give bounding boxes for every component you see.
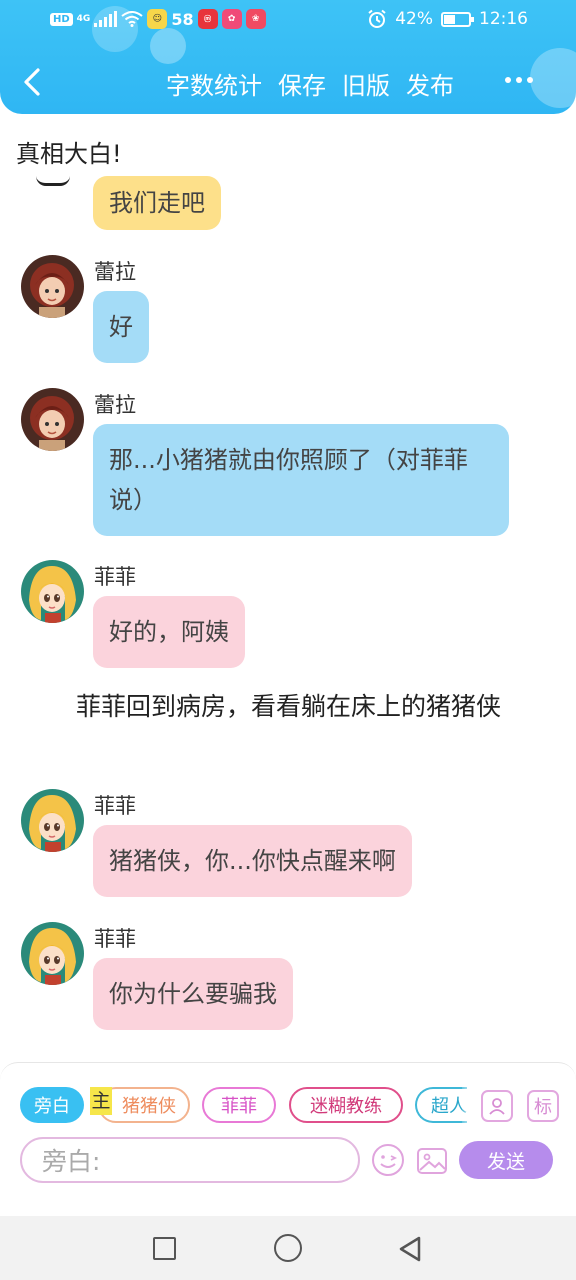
avatar[interactable] [21, 789, 84, 852]
speaker-name: 菲菲 [94, 927, 136, 951]
speaker-name: 蕾拉 [94, 393, 136, 417]
header-actions: 字数统计 保存 旧版 发布 [166, 66, 454, 101]
tag-button[interactable]: 标 [527, 1090, 559, 1122]
save-button[interactable]: 保存 [278, 66, 326, 101]
alarm-icon [367, 9, 387, 29]
status-bar: HD 4G ☺ 58 ⓜ ✿ ❀ 42% 12:16 [0, 0, 576, 40]
role-chip-super[interactable]: 超人 [415, 1087, 467, 1123]
message-bubble[interactable]: 你为什么要骗我 [93, 958, 293, 1030]
chip-scroll-fade [462, 1084, 476, 1126]
battery-icon [441, 11, 474, 27]
network-type: 4G [76, 14, 91, 24]
person-icon [489, 1098, 505, 1115]
feifei-avatar-icon [21, 789, 84, 852]
leila-avatar-icon [21, 255, 84, 318]
feifei-avatar-icon [21, 922, 84, 985]
back-triangle-icon[interactable] [397, 1235, 423, 1263]
narration-text: 菲菲回到病房，看看躺在床上的猪猪侠 [76, 692, 502, 721]
message-bubble[interactable]: 那...小猪猪就由你照顾了（对菲菲说） [93, 424, 509, 536]
speaker-name: 菲菲 [94, 794, 136, 818]
more-options-icon[interactable] [505, 70, 539, 90]
message-bubble[interactable]: 猪猪侠，你...你快点醒来啊 [93, 825, 412, 897]
signal-icon [94, 11, 118, 27]
battery-percent: 42% [395, 9, 433, 29]
message-input[interactable]: 旁白: [20, 1137, 360, 1183]
recent-apps-icon[interactable] [153, 1237, 176, 1260]
emoji-button[interactable] [371, 1143, 405, 1177]
app-58-icon: 58 [171, 9, 194, 29]
publish-button[interactable]: 发布 [406, 66, 454, 101]
main-role-tag: 主 [90, 1087, 112, 1115]
message-bubble[interactable]: 好 [93, 291, 149, 363]
system-nav-bar [0, 1216, 576, 1280]
message-bubble[interactable]: 我们走吧 [93, 176, 221, 230]
image-button[interactable] [416, 1145, 448, 1177]
home-icon[interactable] [274, 1234, 302, 1262]
word-count-button[interactable]: 字数统计 [166, 66, 262, 101]
app-notification-icon: ⓜ [197, 9, 218, 29]
old-version-button[interactable]: 旧版 [342, 66, 390, 101]
message-bubble[interactable]: 好的，阿姨 [93, 596, 245, 668]
app-notification-icon: ☺ [147, 9, 168, 29]
role-chip-narrator[interactable]: 旁白 [20, 1087, 84, 1123]
avatar[interactable] [21, 922, 84, 985]
hd-badge: HD [50, 12, 73, 26]
avatar[interactable] [21, 388, 84, 451]
app-notification-icon: ✿ [221, 9, 242, 29]
input-placeholder: 旁白: [42, 1147, 101, 1176]
chevron-left-icon [24, 68, 40, 96]
role-chip-feifei[interactable]: 菲菲 [202, 1087, 276, 1123]
send-button[interactable]: 发送 [459, 1141, 553, 1179]
app-notification-icon: ❀ [245, 9, 266, 29]
add-role-button[interactable] [481, 1090, 513, 1122]
speaker-name: 菲菲 [94, 565, 136, 589]
avatar[interactable] [21, 255, 84, 318]
wifi-icon [121, 11, 143, 27]
speaker-name: 蕾拉 [94, 260, 136, 284]
feifei-avatar-icon [21, 560, 84, 623]
role-chip-coach[interactable]: 迷糊教练 [289, 1087, 403, 1123]
image-icon [417, 1148, 447, 1174]
top-header: HD 4G ☺ 58 ⓜ ✿ ❀ 42% 12:16 字数统计 保存 旧版 发布 [0, 0, 576, 114]
story-title: 真相大白! [16, 140, 122, 168]
back-button[interactable] [18, 64, 48, 100]
avatar[interactable] [36, 176, 70, 186]
smiley-icon [372, 1144, 404, 1176]
clock: 12:16 [479, 9, 528, 29]
avatar[interactable] [21, 560, 84, 623]
leila-avatar-icon [21, 388, 84, 451]
